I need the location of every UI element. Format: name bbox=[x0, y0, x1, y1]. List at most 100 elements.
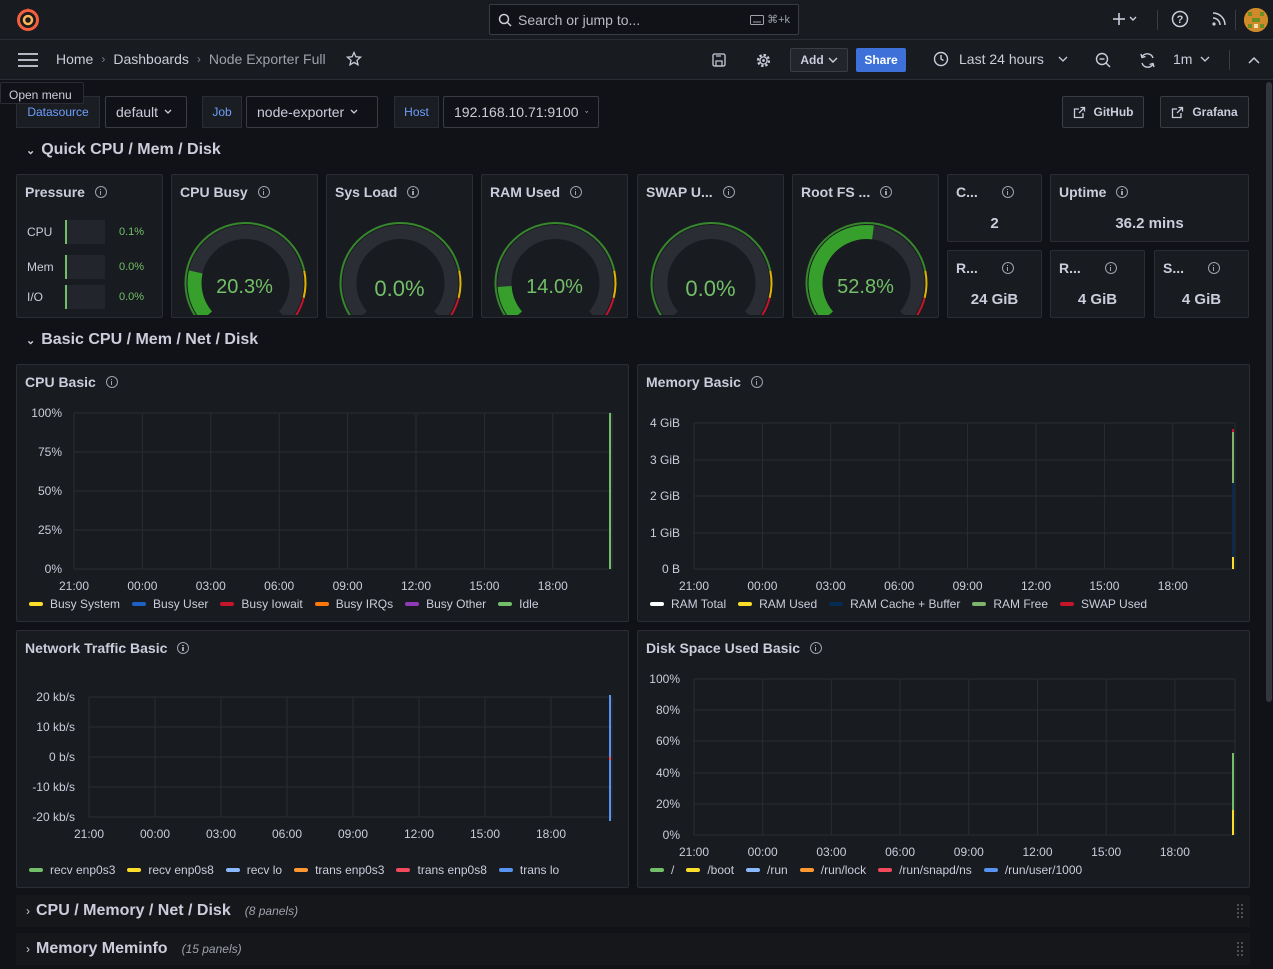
chevron-up-icon[interactable] bbox=[1248, 56, 1260, 64]
legend-label: SWAP Used bbox=[1081, 597, 1148, 611]
refresh-icon[interactable] bbox=[1139, 52, 1156, 69]
info-icon[interactable] bbox=[570, 186, 583, 198]
x-tick-label: 03:00 bbox=[206, 827, 236, 841]
gauge-track bbox=[187, 225, 304, 315]
info-icon[interactable] bbox=[1208, 262, 1221, 274]
legend-swatch bbox=[29, 602, 43, 606]
legend-item[interactable]: recv enp0s3 bbox=[29, 863, 115, 877]
add-button[interactable]: Add bbox=[790, 48, 848, 72]
search-bar[interactable]: Search or jump to... ⌘+k bbox=[489, 4, 799, 35]
legend-item[interactable]: Busy System bbox=[29, 597, 120, 611]
news-rss-icon[interactable] bbox=[1210, 10, 1228, 28]
info-icon[interactable] bbox=[407, 186, 420, 198]
legend-item[interactable]: trans enp0s3 bbox=[294, 863, 384, 877]
legend-item[interactable]: Idle bbox=[498, 597, 539, 611]
cpu-basic-panel: CPU Basic 100% 75% 50% 25% 0% 21:00 00:00 03:00… bbox=[16, 364, 629, 622]
breadcrumb-dashboards[interactable]: Dashboards bbox=[113, 51, 189, 67]
legend-item[interactable]: RAM Free bbox=[972, 597, 1048, 611]
legend-item[interactable]: /run/lock bbox=[799, 863, 866, 877]
gauge-value: 52.8% bbox=[837, 276, 894, 298]
row-quick-cpu-mem-disk[interactable]: ⌄ Quick CPU / Mem / Disk bbox=[26, 141, 221, 159]
legend-item[interactable]: trans enp0s8 bbox=[396, 863, 487, 877]
datasource-select[interactable]: default bbox=[105, 96, 187, 128]
x-tick-label: 06:00 bbox=[884, 579, 914, 593]
legend-item[interactable]: Busy Iowait bbox=[220, 597, 303, 611]
pressure-value: 0.0% bbox=[119, 291, 145, 303]
legend-item[interactable]: /run/snapd/ns bbox=[878, 863, 972, 877]
info-icon[interactable] bbox=[880, 186, 893, 198]
job-select[interactable]: node-exporter bbox=[246, 96, 378, 128]
legend-label: recv enp0s8 bbox=[148, 863, 214, 877]
help-icon[interactable]: ? bbox=[1171, 10, 1189, 28]
github-link-button[interactable]: GitHub bbox=[1062, 96, 1144, 128]
row-cpu-memory-net-disk[interactable]: › CPU / Memory / Net / Disk (8 panels) bbox=[16, 895, 1250, 927]
info-icon[interactable] bbox=[1104, 262, 1117, 274]
info-icon[interactable] bbox=[722, 186, 735, 198]
x-tick-label: 15:00 bbox=[1089, 579, 1119, 593]
info-icon[interactable] bbox=[94, 186, 107, 198]
breadcrumb-home[interactable]: Home bbox=[56, 51, 93, 67]
new-icon[interactable] bbox=[1112, 10, 1140, 30]
legend-swatch bbox=[405, 602, 420, 606]
info-icon[interactable] bbox=[1116, 186, 1129, 198]
grafana-link-button[interactable]: Grafana bbox=[1160, 96, 1249, 128]
svg-text:?: ? bbox=[1177, 14, 1184, 26]
host-select[interactable]: 192.168.10.71:9100 bbox=[443, 96, 599, 128]
gauge-value: 0.0% bbox=[374, 276, 425, 301]
info-icon[interactable] bbox=[1001, 262, 1014, 274]
pressure-value: 0.0% bbox=[119, 261, 145, 273]
info-icon[interactable] bbox=[257, 186, 270, 198]
chevron-down-icon: ⌄ bbox=[26, 144, 36, 157]
legend-item[interactable]: Busy User bbox=[132, 597, 208, 611]
grafana-logo-icon[interactable] bbox=[16, 7, 40, 33]
zoom-out-icon[interactable] bbox=[1095, 52, 1112, 69]
legend-item[interactable]: / bbox=[650, 863, 674, 877]
save-icon[interactable] bbox=[711, 52, 727, 68]
chevron-down-icon: ⌄ bbox=[26, 334, 36, 347]
y-tick-label: 20 kb/s bbox=[36, 690, 75, 704]
legend-item[interactable]: Busy Other bbox=[405, 597, 486, 611]
chevron-right-icon: › bbox=[101, 52, 106, 66]
x-tick-label: 18:00 bbox=[536, 827, 566, 841]
star-icon[interactable] bbox=[345, 51, 362, 67]
scrollbar[interactable] bbox=[1266, 82, 1272, 702]
pressure-label: Mem bbox=[27, 260, 54, 274]
legend-swatch bbox=[878, 868, 893, 872]
breadcrumb-current: Node Exporter Full bbox=[208, 51, 326, 67]
time-range-picker[interactable]: Last 24 hours bbox=[933, 51, 1068, 67]
dashboard-navbar: Home › Dashboards › Node Exporter Full 1… bbox=[0, 40, 1273, 80]
y-tick-label: 80% bbox=[656, 703, 680, 717]
legend-item[interactable]: /boot bbox=[686, 863, 734, 877]
legend-item[interactable]: trans lo bbox=[498, 863, 560, 877]
gear-icon[interactable] bbox=[755, 52, 772, 69]
drag-handle-icon[interactable] bbox=[1236, 903, 1244, 919]
legend-item[interactable]: recv lo bbox=[225, 863, 282, 877]
legend-item[interactable]: SWAP Used bbox=[1060, 597, 1147, 611]
host-variable-label: Host bbox=[394, 96, 439, 128]
legend-item[interactable]: RAM Total bbox=[650, 597, 726, 611]
legend-item[interactable]: recv enp0s8 bbox=[127, 863, 214, 877]
x-tick-label: 21:00 bbox=[74, 827, 104, 841]
job-variable-label: Job bbox=[202, 96, 242, 128]
legend-item[interactable]: RAM Cache + Buffer bbox=[829, 597, 960, 611]
info-icon[interactable] bbox=[1001, 186, 1014, 198]
row-basic-cpu-mem-net-disk[interactable]: ⌄ Basic CPU / Mem / Net / Disk bbox=[26, 331, 258, 349]
panel-title: Pressure bbox=[25, 184, 107, 200]
panel-title: R... bbox=[956, 260, 1014, 276]
menu-icon[interactable] bbox=[18, 52, 38, 68]
x-tick-label: 15:00 bbox=[1091, 845, 1121, 859]
legend-label: trans lo bbox=[519, 863, 560, 877]
legend-swatch bbox=[396, 868, 411, 872]
add-button-label: Add bbox=[800, 53, 824, 67]
legend-item[interactable]: Busy IRQs bbox=[314, 597, 393, 611]
row-memory-meminfo[interactable]: › Memory Meminfo (15 panels) bbox=[16, 933, 1250, 965]
legend-item[interactable]: /run bbox=[746, 863, 788, 877]
drag-handle-icon[interactable] bbox=[1236, 941, 1244, 957]
legend-item[interactable]: /run/user/1000 bbox=[983, 863, 1082, 877]
share-button[interactable]: Share bbox=[856, 48, 906, 72]
user-avatar[interactable] bbox=[1244, 8, 1268, 32]
x-tick-label: 00:00 bbox=[748, 845, 778, 859]
legend-item[interactable]: RAM Used bbox=[738, 597, 817, 611]
refresh-interval-picker[interactable]: 1m bbox=[1173, 51, 1210, 67]
x-tick-label: 15:00 bbox=[470, 827, 500, 841]
